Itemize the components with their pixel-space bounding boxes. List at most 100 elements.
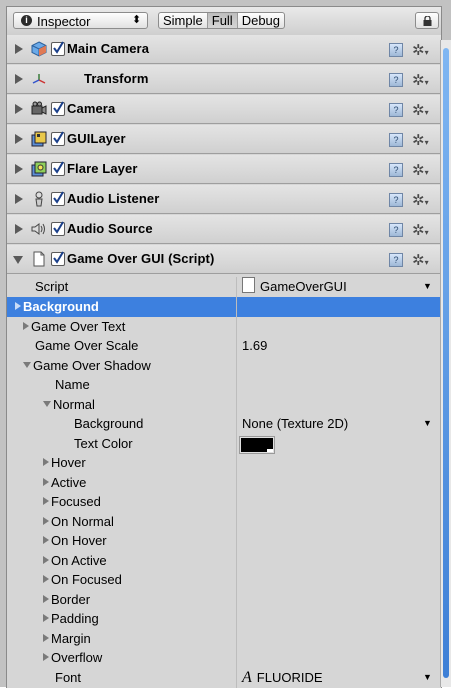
component-main-camera[interactable]: Main Camera ? ✲▾ — [7, 35, 441, 64]
enabled-checkbox[interactable] — [51, 131, 65, 146]
component-name: Audio Source — [67, 221, 153, 236]
help-book-icon[interactable]: ? — [389, 103, 403, 117]
window-menu-popup[interactable]: i Inspector ⬍ — [13, 12, 148, 29]
dropdown-arrow-icon[interactable]: ▼ — [423, 668, 432, 687]
foldout-arrow-icon[interactable] — [15, 74, 23, 84]
component-name: Transform — [84, 71, 149, 86]
gear-icon[interactable]: ✲▾ — [412, 71, 429, 89]
component-audio-source[interactable]: Audio Source ? ✲▾ — [7, 215, 441, 244]
property-label: On Hover — [43, 531, 107, 550]
help-book-icon[interactable]: ? — [389, 193, 403, 207]
expand-arrow-icon[interactable] — [23, 322, 29, 330]
property-hover[interactable]: Hover — [7, 453, 441, 473]
property-on-active[interactable]: On Active — [7, 551, 441, 571]
dropdown-arrow-icon[interactable]: ▼ — [423, 414, 432, 433]
foldout-arrow-icon[interactable] — [15, 224, 23, 234]
property-normal-background[interactable]: Background None (Texture 2D) ▼ — [7, 414, 441, 434]
property-game-over-scale[interactable]: Game Over Scale 1.69 — [7, 336, 441, 356]
scrollbar-thumb[interactable] — [443, 48, 449, 678]
expand-arrow-icon[interactable] — [15, 302, 21, 310]
property-label: Background — [74, 416, 144, 431]
property-on-focused[interactable]: On Focused — [7, 570, 441, 590]
expand-arrow-icon[interactable] — [43, 556, 49, 564]
component-name: GUILayer — [67, 131, 126, 146]
foldout-arrow-icon[interactable] — [15, 104, 23, 114]
expand-arrow-icon[interactable] — [43, 653, 49, 661]
gear-icon[interactable]: ✲▾ — [412, 221, 429, 239]
mode-simple-button[interactable]: Simple — [159, 13, 208, 28]
property-value[interactable]: 1.69 — [242, 336, 267, 355]
property-background[interactable]: Background — [7, 297, 441, 317]
enabled-checkbox[interactable] — [51, 101, 65, 116]
component-game-over-gui-script[interactable]: Game Over GUI (Script) ? ✲▾ — [7, 245, 441, 274]
property-label-text: Focused — [51, 494, 101, 509]
expand-arrow-icon[interactable] — [43, 478, 49, 486]
property-focused[interactable]: Focused — [7, 492, 441, 512]
gear-icon[interactable]: ✲▾ — [412, 101, 429, 119]
expand-arrow-icon[interactable] — [43, 634, 49, 642]
property-value[interactable]: GameOverGUI — [242, 277, 347, 296]
foldout-arrow-icon[interactable] — [15, 44, 23, 54]
property-text-color[interactable]: Text Color — [7, 434, 441, 454]
expand-arrow-icon[interactable] — [43, 517, 49, 525]
property-label: On Active — [43, 551, 107, 570]
help-book-icon[interactable]: ? — [389, 163, 403, 177]
enabled-checkbox[interactable] — [51, 41, 65, 56]
expand-arrow-icon[interactable] — [43, 536, 49, 544]
collapse-arrow-icon[interactable] — [43, 401, 51, 407]
property-game-over-shadow[interactable]: Game Over Shadow — [7, 356, 441, 376]
help-book-icon[interactable]: ? — [389, 133, 403, 147]
enabled-checkbox[interactable] — [51, 221, 65, 236]
enabled-checkbox[interactable] — [51, 191, 65, 206]
component-flare-layer[interactable]: Flare Layer ? ✲▾ — [7, 155, 441, 184]
dropdown-arrow-icon[interactable]: ▼ — [423, 277, 432, 296]
property-border[interactable]: Border — [7, 590, 441, 610]
property-overflow[interactable]: Overflow — [7, 648, 441, 668]
help-book-icon[interactable]: ? — [389, 73, 403, 87]
component-guilayer[interactable]: GUILayer ? ✲▾ — [7, 125, 441, 154]
updown-arrows-icon: ⬍ — [132, 14, 142, 26]
help-book-icon[interactable]: ? — [389, 43, 403, 57]
expand-arrow-icon[interactable] — [43, 575, 49, 583]
property-on-hover[interactable]: On Hover — [7, 531, 441, 551]
gear-icon[interactable]: ✲▾ — [412, 41, 429, 59]
property-margin[interactable]: Margin — [7, 629, 441, 649]
property-value[interactable]: A FLUORIDE — [242, 668, 323, 687]
property-label: Focused — [43, 492, 101, 511]
mode-full-button[interactable]: Full — [207, 13, 238, 28]
expand-arrow-icon[interactable] — [43, 614, 49, 622]
property-on-normal[interactable]: On Normal — [7, 512, 441, 532]
foldout-arrow-icon[interactable] — [15, 134, 23, 144]
foldout-arrow-icon[interactable] — [15, 194, 23, 204]
property-value[interactable]: None (Texture 2D) — [242, 414, 348, 433]
property-script[interactable]: Script GameOverGUI ▼ — [7, 277, 441, 297]
expand-arrow-icon[interactable] — [43, 497, 49, 505]
property-font[interactable]: Font A FLUORIDE ▼ — [7, 668, 441, 688]
lock-button[interactable] — [415, 12, 439, 29]
component-audio-listener[interactable]: Audio Listener ? ✲▾ — [7, 185, 441, 214]
enabled-checkbox[interactable] — [51, 161, 65, 176]
gear-icon[interactable]: ✲▾ — [412, 191, 429, 209]
component-camera[interactable]: Camera ? ✲▾ — [7, 95, 441, 124]
property-padding[interactable]: Padding — [7, 609, 441, 629]
collapse-arrow-icon[interactable] — [23, 362, 31, 368]
foldout-arrow-icon[interactable] — [13, 256, 23, 264]
lock-icon — [423, 16, 432, 26]
enabled-checkbox[interactable] — [51, 251, 65, 266]
property-game-over-text[interactable]: Game Over Text — [7, 317, 441, 337]
property-normal[interactable]: Normal — [7, 395, 441, 415]
component-name: Main Camera — [67, 41, 150, 56]
property-active[interactable]: Active — [7, 473, 441, 493]
foldout-arrow-icon[interactable] — [15, 164, 23, 174]
color-swatch[interactable] — [240, 437, 274, 453]
property-name[interactable]: Name — [7, 375, 441, 395]
expand-arrow-icon[interactable] — [43, 595, 49, 603]
gear-icon[interactable]: ✲▾ — [412, 161, 429, 179]
mode-debug-button[interactable]: Debug — [238, 13, 284, 28]
component-transform[interactable]: Transform ? ✲▾ — [7, 65, 441, 94]
gear-icon[interactable]: ✲▾ — [412, 251, 429, 269]
help-book-icon[interactable]: ? — [389, 253, 403, 267]
expand-arrow-icon[interactable] — [43, 458, 49, 466]
gear-icon[interactable]: ✲▾ — [412, 131, 429, 149]
help-book-icon[interactable]: ? — [389, 223, 403, 237]
